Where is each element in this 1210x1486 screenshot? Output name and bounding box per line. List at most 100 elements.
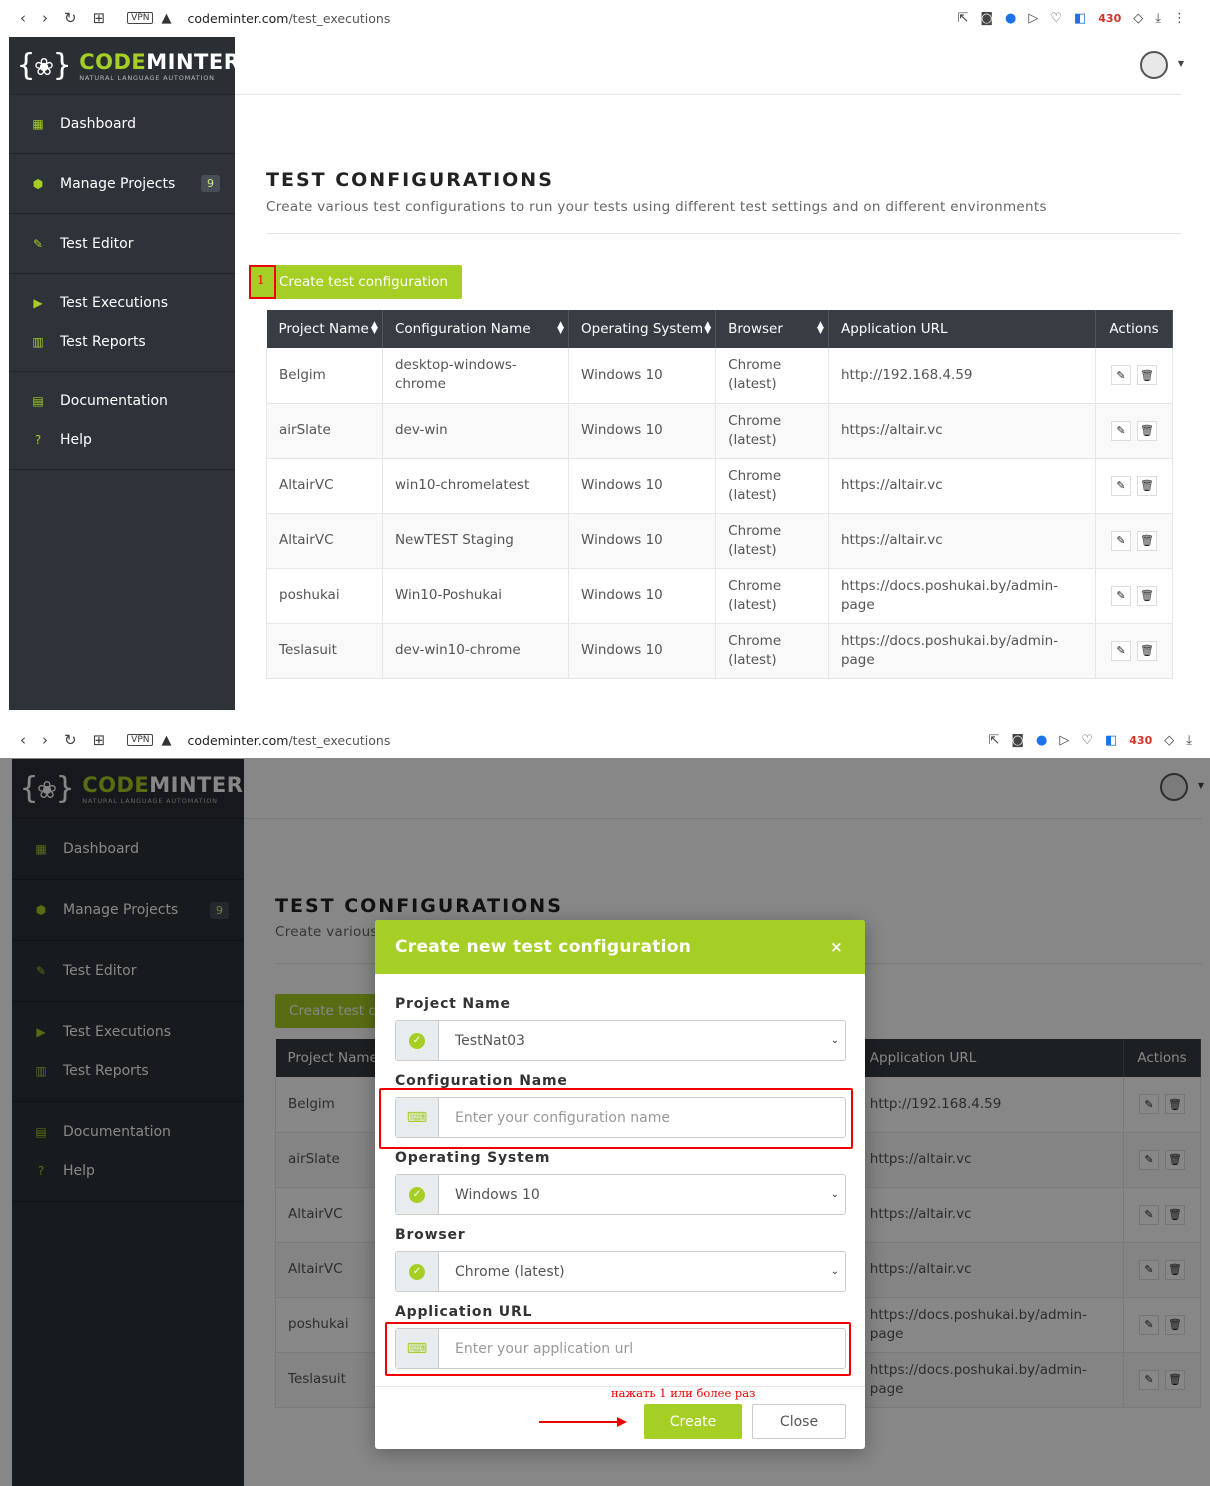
sidebar-item-test-executions[interactable]: ▶ Test Executions [9, 283, 235, 322]
cube-icon[interactable]: ◇ [1164, 733, 1174, 748]
edit-icon[interactable]: ✎ [1111, 640, 1132, 661]
send-icon[interactable]: ▷ [1028, 11, 1038, 26]
help-icon: ? [34, 432, 42, 447]
heart-icon[interactable]: ♡ [1050, 11, 1062, 26]
chevron-down-icon[interactable]: ▼ [1178, 59, 1184, 68]
gmail-icon[interactable]: 430 [1098, 12, 1121, 25]
share-icon[interactable]: ⇱ [957, 11, 968, 26]
edit-icon[interactable]: ✎ [1111, 420, 1132, 441]
edit-icon[interactable]: ✎ [1111, 365, 1132, 386]
cell-os: Windows 10 [568, 568, 717, 624]
column-header-browser[interactable]: Browser ▲ ▼ [715, 310, 829, 348]
tabs-grid-icon[interactable]: ⊞ [93, 9, 106, 27]
cube-icon[interactable]: ◇ [1133, 11, 1143, 26]
grid-icon: ▦ [32, 117, 44, 131]
table-row: Teslasuitdev-win10-chromeWindows 10Chrom… [266, 623, 1173, 679]
field-prefix: ✓ [396, 1252, 439, 1291]
chevron-down-icon: ⌄ [830, 1189, 839, 1200]
edit-icon[interactable]: ✎ [1111, 475, 1132, 496]
avatar[interactable] [1140, 51, 1168, 79]
column-header-project[interactable]: Project Name ▲ ▼ [266, 310, 383, 348]
cell-os: Windows 10 [568, 458, 717, 514]
trash-icon[interactable]: 🗑 [1137, 585, 1158, 606]
header-label: Application URL [840, 321, 948, 337]
sidebar: {❀} CODEMINTER NATURAL LANGUAGE AUTOMATI… [9, 37, 240, 710]
field-prefix: ✓ [396, 1175, 439, 1214]
send-icon[interactable]: ▷ [1059, 733, 1069, 748]
column-header-url: Application URL [828, 310, 1097, 348]
sidebar-item-help[interactable]: ? Help [9, 420, 235, 459]
project-name-value: TestNat03 [455, 1032, 525, 1049]
trash-icon[interactable]: 🗑 [1137, 420, 1158, 441]
download-icon[interactable]: ⤓ [1186, 733, 1192, 748]
sidebar-item-test-editor[interactable]: ✎ Test Editor [9, 224, 235, 263]
check-circle-icon: ✓ [409, 1186, 425, 1203]
share-icon[interactable]: ⇱ [988, 733, 999, 748]
forward-icon[interactable]: › [42, 9, 48, 27]
cell-project: airSlate [266, 403, 383, 459]
brand-logo[interactable]: {❀} CODEMINTER NATURAL LANGUAGE AUTOMATI… [9, 37, 240, 95]
sidebar-item-documentation[interactable]: ▤ Documentation [9, 381, 235, 420]
reload-icon[interactable]: ↻ [64, 731, 77, 749]
browser-toolbar: ‹ › ↻ ⊞ VPN ▲ codeminter.com/test_execut… [0, 0, 1210, 36]
annotation-arrow [539, 1417, 627, 1427]
browser-select[interactable]: ✓ Chrome (latest) ⌄ [395, 1251, 846, 1292]
step-marker: 1 [249, 265, 276, 299]
cell-project: poshukai [266, 568, 383, 624]
trash-icon[interactable]: 🗑 [1137, 365, 1158, 386]
page-subtitle: Create various test configurations to ru… [266, 199, 1047, 215]
back-icon[interactable]: ‹ [20, 731, 26, 749]
translate-icon[interactable]: ◧ [1074, 11, 1086, 26]
trash-icon[interactable]: 🗑 [1137, 530, 1158, 551]
annotation-hint: нажать 1 или более раз [611, 1386, 756, 1400]
back-icon[interactable]: ‹ [20, 9, 26, 27]
edit-icon[interactable]: ✎ [1111, 585, 1132, 606]
camera-icon[interactable]: ◙ [1011, 733, 1024, 748]
vpn-badge[interactable]: VPN [127, 734, 154, 746]
project-name-select[interactable]: ✓ TestNat03 ⌄ [395, 1020, 846, 1061]
column-header-configuration[interactable]: Configuration Name ▲ ▼ [382, 310, 570, 348]
close-icon[interactable]: × [830, 938, 843, 956]
create-test-configuration-button[interactable]: Create test configuration [249, 265, 462, 299]
operating-system-select[interactable]: ✓ Windows 10 ⌄ [395, 1174, 846, 1215]
download-icon[interactable]: ⤓ [1155, 11, 1161, 26]
cell-actions: ✎ 🗑 [1095, 403, 1173, 459]
forward-icon[interactable]: › [42, 731, 48, 749]
reload-icon[interactable]: ↻ [64, 9, 77, 27]
divider [266, 233, 1182, 234]
address-bar[interactable]: codeminter.com/test_executions [187, 11, 390, 26]
main-content: ▼ TEST CONFIGURATIONS Create various tes… [235, 37, 1184, 710]
menu-icon[interactable]: ⋮ [1173, 11, 1186, 26]
shield-icon[interactable]: ● [1036, 733, 1047, 748]
gmail-icon[interactable]: 430 [1129, 734, 1152, 747]
field-prefix: ✓ [396, 1021, 439, 1060]
sidebar-item-label: Test Reports [60, 333, 146, 350]
heart-icon[interactable]: ♡ [1081, 733, 1093, 748]
screenshot-panel-1: ‹ › ↻ ⊞ VPN ▲ codeminter.com/test_execut… [0, 0, 1210, 710]
url-path: /test_executions [288, 732, 391, 748]
address-bar[interactable]: codeminter.com/test_executions [187, 733, 390, 748]
cell-url: http://192.168.4.59 [828, 348, 1097, 404]
trash-icon[interactable]: 🗑 [1137, 475, 1158, 496]
browser-label: Browser [395, 1227, 466, 1243]
column-header-os[interactable]: Operating System ▲ ▼ [568, 310, 717, 348]
tabs-grid-icon[interactable]: ⊞ [93, 731, 106, 749]
warning-icon[interactable]: ▲ [161, 733, 171, 748]
play-icon: ▶ [33, 295, 43, 310]
edit-icon[interactable]: ✎ [1111, 530, 1132, 551]
trash-icon[interactable]: 🗑 [1137, 640, 1158, 661]
vpn-badge[interactable]: VPN [127, 12, 154, 24]
close-button[interactable]: Close [752, 1404, 846, 1439]
warning-icon[interactable]: ▲ [161, 11, 171, 26]
sidebar-item-manage-projects[interactable]: ⬢ Manage Projects 9 [9, 164, 235, 203]
sidebar-item-test-reports[interactable]: ▥ Test Reports [9, 322, 235, 361]
sidebar-item-dashboard[interactable]: ▦ Dashboard [9, 105, 235, 144]
cell-actions: ✎ 🗑 [1095, 348, 1173, 404]
highlight-configuration-name [379, 1088, 853, 1149]
sidebar-item-label: Dashboard [60, 116, 136, 132]
cell-browser: Chrome (latest) [715, 403, 829, 459]
create-button[interactable]: Create [644, 1404, 742, 1439]
camera-icon[interactable]: ◙ [980, 11, 993, 26]
shield-icon[interactable]: ● [1005, 11, 1016, 26]
translate-icon[interactable]: ◧ [1105, 733, 1117, 748]
